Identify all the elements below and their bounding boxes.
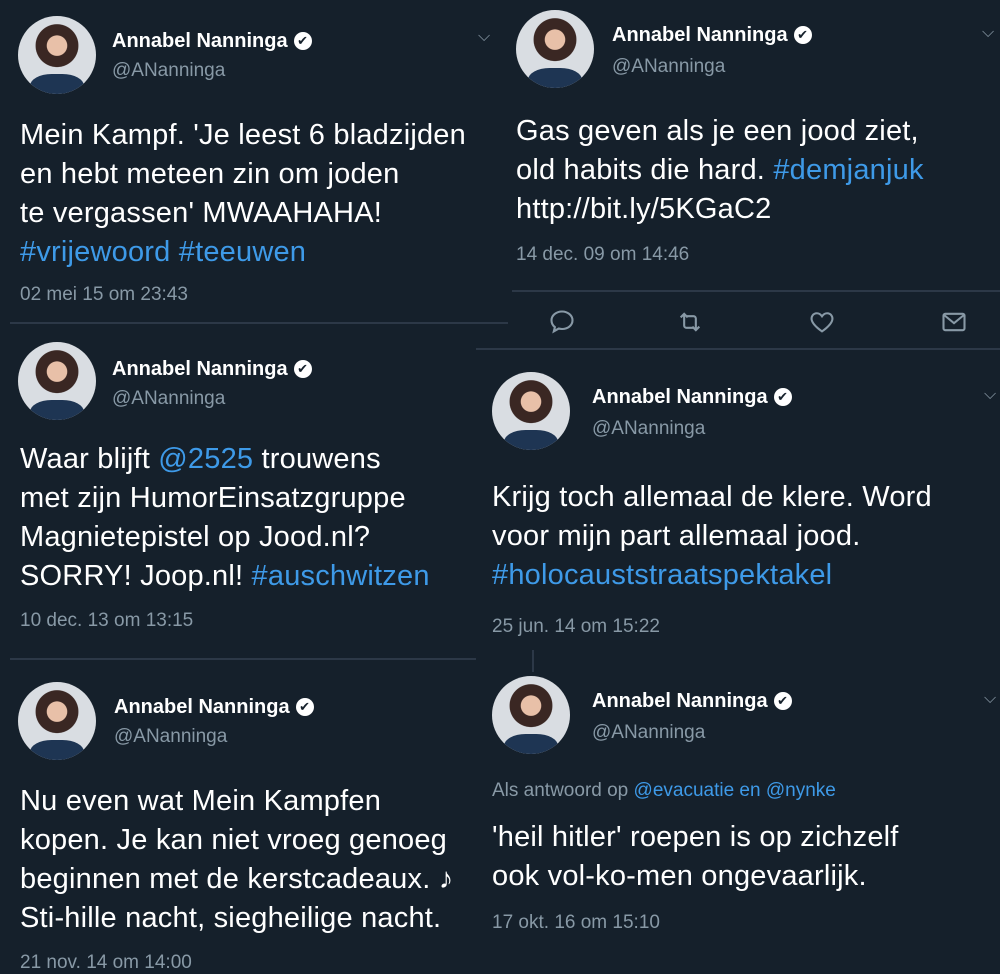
hashtag-link[interactable]: #teeuwen: [179, 236, 306, 268]
chevron-down-icon[interactable]: ⌵: [984, 690, 996, 708]
author-handle[interactable]: @ANanninga: [114, 726, 227, 748]
tweet-line: voor mijn part allemaal jood.: [492, 520, 861, 552]
chevron-down-icon[interactable]: ⌵: [984, 386, 996, 404]
author-handle[interactable]: @ANanninga: [592, 418, 705, 440]
tweet-line: Nu even wat Mein Kampfen: [20, 785, 382, 817]
verified-icon: ✔: [293, 360, 312, 378]
tweet-line: old habits die hard.: [516, 154, 774, 186]
tweet-line: Gas geven als je een jood ziet,: [516, 115, 919, 147]
author-name[interactable]: Annabel Nanninga ✔: [112, 30, 312, 53]
tweet-line: kopen. Je kan niet vroeg genoeg: [20, 824, 448, 856]
tweet-line: Magnietepistel op Jood.nl?: [20, 521, 371, 553]
tweet-line: Sti-hille nacht, siegheilige nacht.: [20, 902, 442, 934]
tweet-line: Krijg toch allemaal de klere. Word: [492, 481, 932, 513]
tweet-card-2[interactable]: Annabel Nanninga ✔ @ANanninga ⌵ Gas geven…: [508, 0, 1000, 348]
tweet-timestamp[interactable]: 17 okt. 16 om 15:10: [492, 912, 660, 934]
verified-icon: ✔: [293, 32, 312, 50]
tweet-line: trouwens: [253, 443, 381, 475]
tweet-card-6[interactable]: Annabel Nanninga ✔ @ANanninga ⌵ Als antwo…: [478, 672, 1000, 974]
tweet-line: 'heil hitler' roepen is op zichzelf: [492, 821, 899, 853]
tweet-text: Nu even wat Mein Kampfen kopen. Je kan n…: [20, 782, 453, 938]
avatar[interactable]: [18, 342, 96, 420]
tweet-line: Waar blijft: [20, 443, 159, 475]
author-name[interactable]: Annabel Nanninga ✔: [612, 24, 812, 47]
chevron-down-icon[interactable]: ⌵: [478, 28, 490, 46]
author-handle[interactable]: @ANanninga: [592, 722, 705, 744]
tweet-line: SORRY! Joop.nl!: [20, 560, 252, 592]
author-handle[interactable]: @ANanninga: [112, 388, 225, 410]
reply-users-link[interactable]: @evacuatie en @nynke: [634, 780, 836, 801]
verified-icon: ✔: [773, 388, 792, 406]
like-icon[interactable]: [808, 308, 836, 336]
verified-icon: ✔: [773, 692, 792, 710]
avatar[interactable]: [492, 372, 570, 450]
author-name[interactable]: Annabel Nanninga ✔: [112, 358, 312, 381]
author-handle[interactable]: @ANanninga: [612, 56, 725, 78]
tweet-timestamp[interactable]: 14 dec. 09 om 14:46: [516, 244, 689, 266]
url-text[interactable]: http://bit.ly/5KGaC2: [516, 193, 771, 225]
chevron-down-icon[interactable]: ⌵: [982, 24, 994, 42]
reply-icon[interactable]: [548, 308, 576, 336]
tweet-text: Krijg toch allemaal de klere. Word voor …: [492, 478, 932, 595]
hashtag-link[interactable]: #auschwitzen: [252, 560, 430, 592]
tweet-timestamp[interactable]: 21 nov. 14 om 14:00: [20, 952, 192, 974]
tweet-text: Waar blijft @2525 trouwens met zijn Humo…: [20, 440, 430, 596]
reply-context: Als antwoord op @evacuatie en @nynke: [492, 780, 836, 801]
thread-connector: [532, 650, 534, 672]
tweet-line: Mein Kampf. 'Je leest 6 bladzijden: [20, 119, 466, 151]
tweet-card-1[interactable]: Annabel Nanninga ✔ @ANanninga ⌵ Mein Kamp…: [0, 0, 506, 322]
tweet-card-4[interactable]: Annabel Nanninga ✔ @ANanninga ⌵ Krijg toc…: [478, 350, 1000, 650]
verified-icon: ✔: [793, 26, 812, 44]
tweet-line: te vergassen' MWAAHAHA!: [20, 197, 383, 229]
hashtag-link[interactable]: #holocauststraatspektakel: [492, 559, 832, 591]
tweet-line: beginnen met de kerstcadeaux. ♪: [20, 863, 454, 895]
tweet-card-3[interactable]: Annabel Nanninga ✔ @ANanninga Waar blijft…: [0, 324, 476, 658]
retweet-icon[interactable]: [676, 308, 704, 336]
tweet-line: met zijn HumorEinsatzgruppe: [20, 482, 406, 514]
tweet-card-5[interactable]: Annabel Nanninga ✔ @ANanninga Nu even wat…: [0, 660, 476, 974]
author-name[interactable]: Annabel Nanninga ✔: [592, 386, 792, 409]
divider: [512, 290, 1000, 292]
tweet-line: en hebt meteen zin om joden: [20, 158, 400, 190]
tweet-line: ook vol-ko-men ongevaarlijk.: [492, 860, 867, 892]
tweet-text: Mein Kampf. 'Je leest 6 bladzijden en he…: [20, 116, 466, 272]
avatar[interactable]: [516, 10, 594, 88]
author-name[interactable]: Annabel Nanninga ✔: [592, 690, 792, 713]
author-handle[interactable]: @ANanninga: [112, 60, 225, 82]
mention-link[interactable]: @2525: [158, 443, 253, 475]
hashtag-link[interactable]: #vrijewoord: [20, 236, 171, 268]
tweet-text: Gas geven als je een jood ziet, old habi…: [516, 112, 924, 229]
verified-icon: ✔: [295, 698, 314, 716]
message-icon[interactable]: [940, 308, 968, 336]
avatar[interactable]: [18, 16, 96, 94]
tweet-text: 'heil hitler' roepen is op zichzelf ook …: [492, 818, 899, 896]
hashtag-link[interactable]: #demjanjuk: [773, 154, 923, 186]
avatar[interactable]: [18, 682, 96, 760]
tweet-timestamp[interactable]: 10 dec. 13 om 13:15: [20, 610, 193, 632]
tweet-timestamp[interactable]: 02 mei 15 om 23:43: [20, 284, 188, 306]
author-name[interactable]: Annabel Nanninga ✔: [114, 696, 314, 719]
avatar[interactable]: [492, 676, 570, 754]
tweet-timestamp[interactable]: 25 jun. 14 om 15:22: [492, 616, 660, 638]
